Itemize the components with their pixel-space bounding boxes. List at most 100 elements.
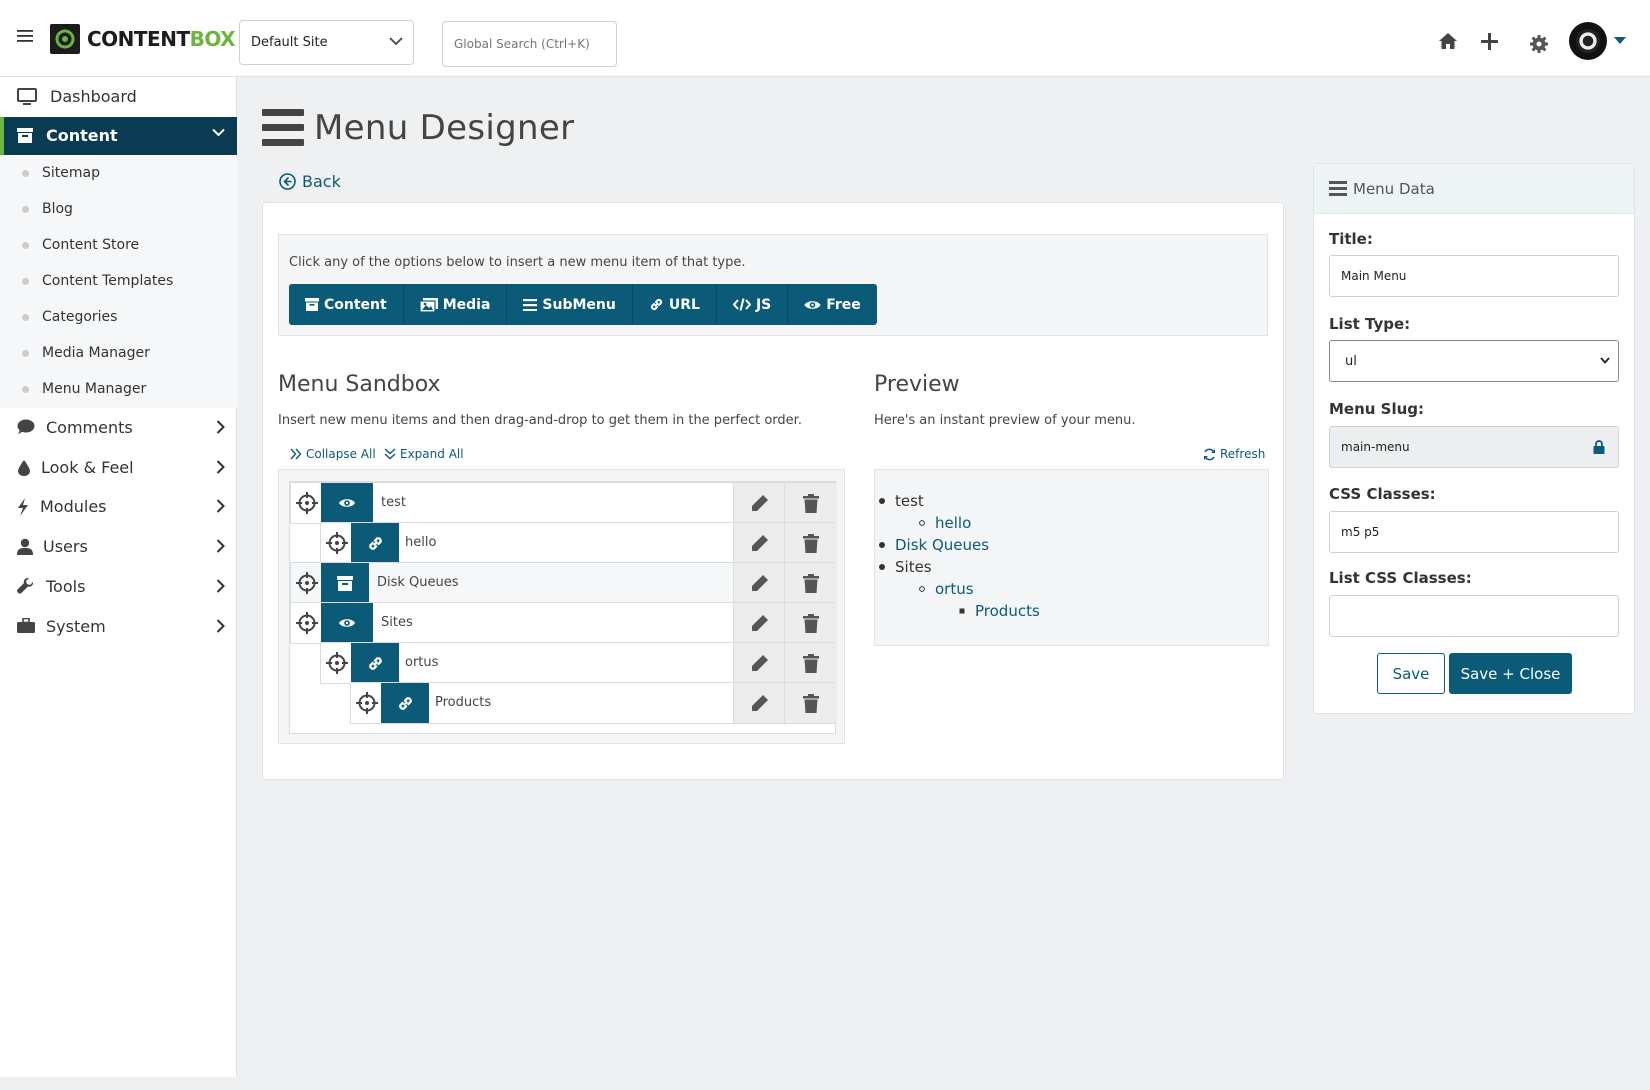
- drag-handle-icon[interactable]: [296, 572, 318, 594]
- menu-item-test[interactable]: test: [290, 482, 837, 524]
- preview-item-hello[interactable]: hello: [919, 514, 971, 532]
- css-classes-input[interactable]: [1329, 511, 1619, 553]
- caret-down-icon[interactable]: [1614, 37, 1626, 45]
- chevron-right-icon: [216, 460, 225, 474]
- trash-icon[interactable]: [784, 483, 837, 523]
- desktop-icon: [17, 88, 37, 106]
- trash-icon[interactable]: [784, 643, 837, 683]
- bars-icon: [1329, 181, 1347, 196]
- sandbox-title: Menu Sandbox: [278, 372, 441, 397]
- chevron-right-icon: [216, 579, 225, 593]
- title-label: Title:: [1329, 230, 1373, 248]
- sidebar-subitem-blog[interactable]: Blog: [0, 192, 237, 228]
- sidebar-subitem-media-manager[interactable]: Media Manager: [0, 336, 237, 372]
- save-close-button[interactable]: Save + Close: [1449, 653, 1572, 694]
- edit-icon[interactable]: [733, 643, 786, 683]
- sidebar-subitem-sitemap[interactable]: Sitemap: [0, 156, 237, 192]
- sidebar-item-users[interactable]: Users: [0, 527, 237, 567]
- sidebar-item-modules[interactable]: Modules: [0, 487, 237, 527]
- logo-icon: [50, 24, 80, 54]
- archive-icon: [321, 563, 369, 603]
- logo-text: CONTENTBOX: [87, 27, 236, 51]
- chevron-down-icon: [212, 128, 225, 137]
- sidebar-item-look-feel[interactable]: Look & Feel: [0, 448, 237, 488]
- sidebar-subitem-content-templates[interactable]: Content Templates: [0, 264, 237, 300]
- insert-button-group: Content Media SubMenu URL JS Free: [289, 284, 877, 325]
- wrench-icon: [17, 578, 34, 595]
- edit-icon[interactable]: [733, 563, 786, 603]
- title-input[interactable]: [1329, 255, 1619, 297]
- global-search-input[interactable]: [442, 21, 617, 67]
- chevron-right-icon: [216, 619, 225, 633]
- link-icon: [650, 298, 662, 311]
- edit-icon[interactable]: [733, 603, 786, 643]
- sidebar-subitem-content-store[interactable]: Content Store: [0, 228, 237, 264]
- expand-all-link[interactable]: Expand All: [384, 447, 464, 461]
- menu-item-products[interactable]: Products: [350, 682, 837, 724]
- drag-handle-icon[interactable]: [296, 612, 318, 634]
- menu-data-header: Menu Data: [1314, 164, 1634, 214]
- home-icon[interactable]: [1438, 32, 1458, 50]
- preview-item-disk-queues[interactable]: Disk Queues: [879, 536, 989, 554]
- avatar[interactable]: [1569, 22, 1607, 60]
- chevron-right-icon: [216, 499, 225, 513]
- drag-handle-icon[interactable]: [356, 692, 378, 714]
- drag-handle-icon[interactable]: [326, 532, 348, 554]
- preview-subtitle: Here's an instant preview of your menu.: [874, 413, 1136, 428]
- sidebar-subitem-categories[interactable]: Categories: [0, 300, 237, 336]
- code-icon: [732, 298, 751, 311]
- chevron-down-icon: [389, 36, 403, 46]
- menu-slug-input[interactable]: [1329, 426, 1581, 468]
- edit-icon[interactable]: [733, 683, 786, 723]
- trash-icon[interactable]: [784, 683, 837, 723]
- trash-icon[interactable]: [784, 523, 837, 563]
- gear-icon[interactable]: [1529, 34, 1549, 54]
- plus-icon[interactable]: [1481, 33, 1498, 50]
- preview-item-sites: Sites: [879, 558, 932, 576]
- trash-icon[interactable]: [784, 603, 837, 643]
- menu-item-hello[interactable]: hello: [320, 522, 837, 564]
- circle-arrow-left-icon: [279, 173, 296, 190]
- eye-icon: [804, 300, 821, 309]
- drag-handle-icon[interactable]: [296, 492, 318, 514]
- sidebar-subitem-menu-manager[interactable]: Menu Manager: [0, 372, 237, 408]
- back-link[interactable]: Back: [279, 172, 341, 191]
- insert-media-button[interactable]: Media: [403, 284, 508, 325]
- insert-content-button[interactable]: Content: [289, 284, 404, 325]
- sidebar-item-dashboard[interactable]: Dashboard: [0, 77, 237, 117]
- lock-icon[interactable]: [1580, 426, 1619, 468]
- sidebar-toggle-icon[interactable]: [17, 29, 33, 43]
- sidebar-item-content[interactable]: Content: [0, 117, 237, 155]
- chevrons-right-icon: [290, 448, 302, 460]
- list-css-classes-input[interactable]: [1329, 595, 1619, 637]
- insert-submenu-button[interactable]: SubMenu: [507, 284, 633, 325]
- sandbox-subtitle: Insert new menu items and then drag-and-…: [278, 413, 802, 428]
- logo[interactable]: CONTENTBOX: [50, 24, 236, 54]
- edit-icon[interactable]: [733, 523, 786, 563]
- insert-toolbar: Click any of the options below to insert…: [278, 234, 1268, 336]
- insert-js-button[interactable]: JS: [716, 284, 789, 325]
- edit-icon[interactable]: [733, 483, 786, 523]
- sidebar-item-tools[interactable]: Tools: [0, 567, 237, 607]
- refresh-link[interactable]: Refresh: [1203, 447, 1265, 461]
- bolt-icon: [17, 498, 29, 516]
- save-button[interactable]: Save: [1377, 653, 1445, 694]
- menu-item-sites[interactable]: Sites: [290, 602, 837, 644]
- drag-handle-icon[interactable]: [326, 652, 348, 674]
- preview-item-products[interactable]: Products: [959, 602, 1040, 620]
- trash-icon[interactable]: [784, 563, 837, 603]
- menu-item-ortus[interactable]: ortus: [320, 642, 837, 684]
- insert-url-button[interactable]: URL: [632, 284, 717, 325]
- sidebar-item-comments[interactable]: Comments: [0, 408, 237, 448]
- collapse-all-link[interactable]: Collapse All: [290, 447, 376, 461]
- chevrons-down-icon: [384, 448, 396, 460]
- insert-free-button[interactable]: Free: [788, 284, 877, 325]
- list-type-select[interactable]: ul: [1329, 340, 1619, 382]
- menu-item-disk-queues[interactable]: Disk Queues: [290, 562, 837, 604]
- site-select[interactable]: Default Site: [239, 20, 414, 65]
- sidebar-item-system[interactable]: System: [0, 607, 237, 647]
- chevron-down-icon: [1600, 357, 1610, 364]
- archive-icon: [17, 128, 33, 143]
- preview-item-ortus[interactable]: ortus: [919, 580, 974, 598]
- page-title: Menu Designer: [262, 108, 574, 148]
